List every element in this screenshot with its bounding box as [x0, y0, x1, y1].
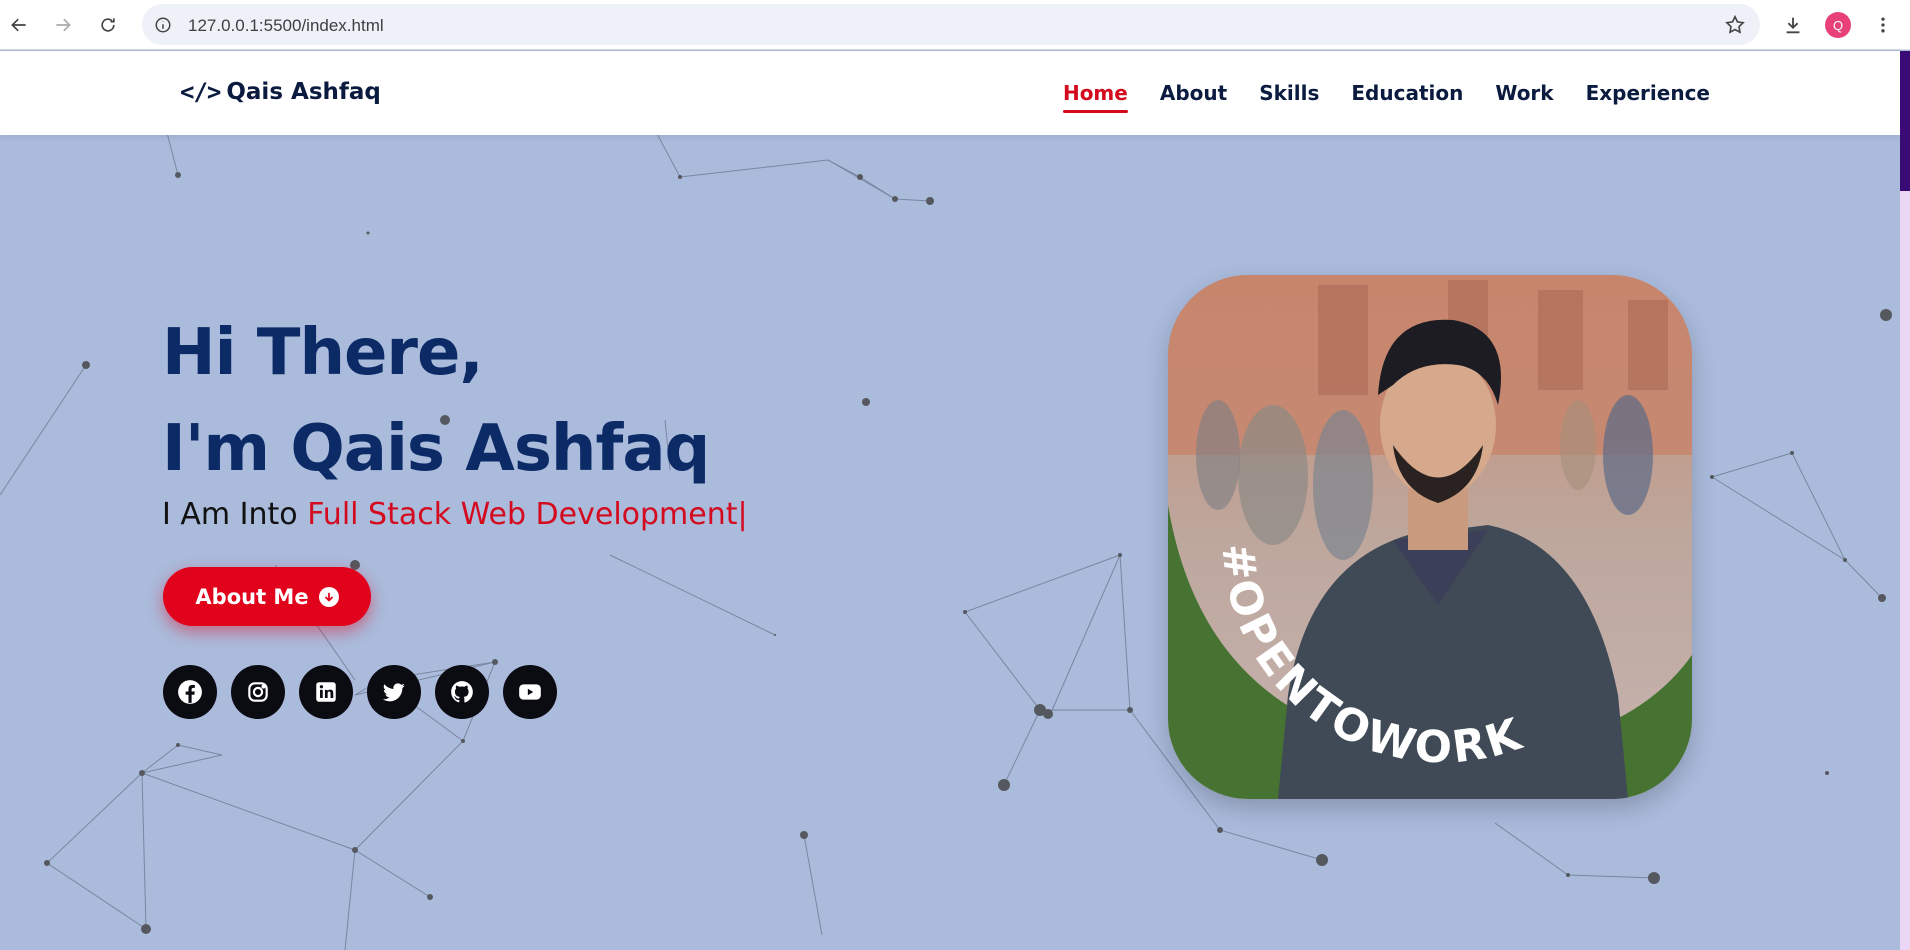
browser-menu-icon[interactable] — [1868, 10, 1898, 40]
nav-experience[interactable]: Experience — [1586, 81, 1710, 113]
profile-initial: Q — [1825, 12, 1851, 38]
social-links — [163, 665, 557, 719]
main-nav: Home About Skills Education Work Experie… — [1062, 81, 1710, 113]
greeting-line-1: Hi There, — [162, 316, 484, 390]
scrollbar-thumb[interactable] — [1900, 51, 1910, 191]
site-header: </> Qais Ashfaq Home About Skills Educat… — [0, 51, 1900, 135]
github-icon[interactable] — [435, 665, 489, 719]
twitter-icon[interactable] — [367, 665, 421, 719]
url-text[interactable]: 127.0.0.1:5500/index.html — [188, 16, 384, 36]
hero-heading: Hi There, I'm Qais Ashfaq — [162, 305, 710, 497]
logo-text: Qais Ashfaq — [226, 79, 381, 105]
youtube-icon[interactable] — [503, 665, 557, 719]
profile-photo: #OPENTOWORK — [1168, 275, 1692, 799]
back-icon[interactable] — [4, 10, 34, 40]
arrow-down-circle-icon — [318, 586, 339, 607]
download-icon[interactable] — [1778, 10, 1808, 40]
subtitle-prefix: I Am Into — [162, 497, 308, 532]
nav-work[interactable]: Work — [1495, 81, 1553, 113]
browser-toolbar: 127.0.0.1:5500/index.html Q — [0, 0, 1910, 50]
nav-about[interactable]: About — [1160, 81, 1227, 113]
hero-section: Hi There, I'm Qais Ashfaq I Am Into Full… — [0, 135, 1900, 950]
greeting-line-2: I'm Qais Ashfaq — [162, 412, 710, 486]
instagram-icon[interactable] — [231, 665, 285, 719]
about-me-button[interactable]: About Me — [163, 567, 371, 626]
subtitle-highlight: Full Stack Web Development| — [307, 497, 748, 532]
page-scrollbar[interactable] — [1900, 51, 1910, 950]
site-logo[interactable]: </> Qais Ashfaq — [180, 78, 381, 106]
reload-icon[interactable] — [93, 10, 123, 40]
typing-subtitle: I Am Into Full Stack Web Development| — [162, 497, 748, 532]
profile-photo-illustration: #OPENTOWORK — [1168, 275, 1692, 799]
forward-icon[interactable] — [48, 10, 78, 40]
nav-home[interactable]: Home — [1062, 81, 1128, 113]
about-me-label: About Me — [195, 584, 309, 609]
profile-avatar[interactable]: Q — [1823, 10, 1853, 40]
linkedin-icon[interactable] — [299, 665, 353, 719]
address-bar[interactable]: 127.0.0.1:5500/index.html — [142, 4, 1760, 45]
site-info-icon[interactable] — [152, 14, 174, 36]
bookmark-star-icon[interactable] — [1724, 14, 1746, 36]
code-icon: </> — [180, 78, 221, 106]
nav-skills[interactable]: Skills — [1259, 81, 1319, 113]
facebook-icon[interactable] — [163, 665, 217, 719]
nav-education[interactable]: Education — [1351, 81, 1463, 113]
